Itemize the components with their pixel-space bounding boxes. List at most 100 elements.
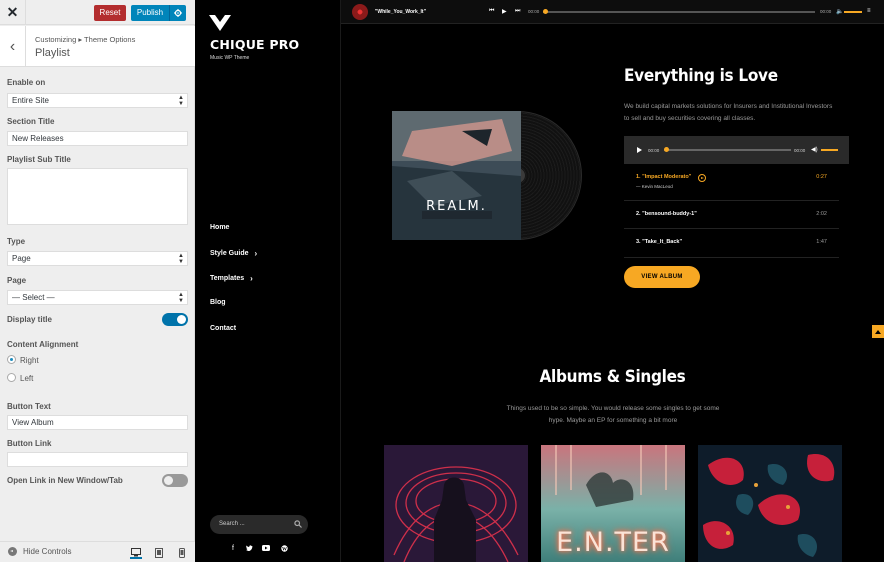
search-icon[interactable] — [294, 520, 302, 528]
playlist-sub-title-textarea[interactable] — [7, 168, 188, 225]
select-arrows-icon: ▲ ▼ — [178, 95, 184, 107]
sticky-audio-player: "While_You_Work_It" ⏮ ▶ ⏭ 00:00 00:00 🔈 … — [341, 0, 884, 24]
nav-item-contact[interactable]: Contact — [210, 325, 236, 332]
play-icon[interactable]: ▶ — [502, 8, 507, 15]
current-track-title: "While_You_Work_It" — [375, 9, 426, 15]
customizer-panel: ✕ Reset Publish ‹ Customizing ▸ Theme Op… — [0, 0, 195, 562]
site-tagline: Music WP Theme — [210, 55, 250, 61]
back-button[interactable]: ‹ — [0, 26, 26, 67]
twitter-icon[interactable] — [244, 545, 254, 553]
page-label: Page — [7, 276, 27, 285]
audio-volume-slider[interactable] — [821, 149, 838, 151]
collapse-icon — [8, 547, 17, 556]
enable-on-select[interactable]: Entire Site ▲ ▼ — [7, 93, 188, 108]
playlist-track[interactable]: 2. "bensound-buddy-1" 2:02 — [624, 201, 839, 229]
button-link-input[interactable] — [7, 452, 188, 467]
section-title-input[interactable]: New Releases — [7, 131, 188, 146]
album-card-art-text: E.N.TER — [556, 527, 670, 558]
nav-label: Home — [210, 224, 230, 231]
logo-icon[interactable] — [209, 15, 231, 32]
close-icon[interactable]: ✕ — [0, 0, 26, 25]
site-title[interactable]: CHIQUE PRO — [210, 37, 299, 52]
next-icon[interactable]: ⏭ — [515, 8, 520, 15]
page-select[interactable]: — Select — ▲ ▼ — [7, 290, 188, 305]
button-text-input[interactable]: View Album — [7, 415, 188, 430]
site-preview: CHIQUE PRO Music WP Theme Home Style Gui… — [195, 0, 884, 562]
track-title: 3. "Take_It_Back" — [636, 239, 683, 245]
scroll-to-top-button[interactable] — [872, 325, 884, 338]
play-icon[interactable] — [637, 147, 642, 153]
album-card-image — [698, 445, 842, 562]
open-new-tab-toggle[interactable] — [162, 474, 188, 487]
reset-button[interactable]: Reset — [94, 5, 126, 21]
select-arrows-icon: ▲ ▼ — [178, 292, 184, 304]
tablet-icon[interactable] — [153, 547, 165, 559]
nav-item-templates[interactable]: Templates › — [210, 274, 253, 283]
customizer-header-actions: ✕ Reset Publish — [0, 0, 195, 25]
type-label: Type — [7, 237, 26, 246]
nav-label: Blog — [210, 299, 226, 306]
open-new-tab-label: Open Link in New Window/Tab — [7, 476, 123, 485]
playlist-audio-player: 00:00 00:00 ◀) — [624, 136, 849, 164]
albums-section-description: Things used to be so simple. You would r… — [506, 405, 720, 424]
playlist-track[interactable]: 3. "Take_It_Back" 1:47 — [624, 229, 839, 258]
desktop-icon[interactable] — [130, 547, 142, 559]
section-title-label: Section Title — [7, 117, 55, 126]
button-link-label: Button Link — [7, 439, 52, 448]
alignment-left-label: Left — [20, 374, 34, 383]
button-text-label: Button Text — [7, 402, 51, 411]
album-card[interactable] — [698, 445, 842, 562]
volume-icon[interactable]: ◀) — [811, 146, 818, 153]
seek-handle[interactable] — [543, 9, 548, 14]
chevron-right-icon: › — [254, 249, 258, 258]
youtube-icon[interactable] — [261, 545, 271, 553]
nav-label: Style Guide — [210, 250, 249, 257]
alignment-right-radio[interactable] — [7, 355, 16, 364]
alignment-left-radio[interactable] — [7, 373, 16, 382]
search-input[interactable]: Search ... — [210, 515, 308, 534]
mobile-icon[interactable] — [176, 547, 188, 559]
chevron-left-icon: ‹ — [9, 37, 16, 55]
track-duration: 2:02 — [816, 211, 827, 217]
album-cover-front: REALM. — [392, 111, 521, 240]
track-play-icon[interactable] — [698, 174, 706, 182]
view-album-button[interactable]: VIEW ALBUM — [624, 266, 700, 288]
nav-item-blog[interactable]: Blog — [210, 299, 226, 306]
svg-text:W: W — [282, 547, 287, 552]
select-arrows-icon: ▲ ▼ — [178, 253, 184, 265]
display-title-toggle[interactable] — [162, 313, 188, 326]
hide-controls-button[interactable]: Hide Controls — [8, 547, 71, 556]
page-value: — Select — — [12, 293, 55, 302]
type-select[interactable]: Page ▲ ▼ — [7, 251, 188, 266]
facebook-icon[interactable]: f — [228, 545, 238, 552]
nav-item-home[interactable]: Home — [210, 224, 229, 231]
publish-button[interactable]: Publish — [131, 5, 169, 21]
track-thumbnail — [352, 4, 368, 20]
audio-seek-bar[interactable] — [664, 147, 791, 152]
seek-bar[interactable] — [543, 9, 815, 14]
alignment-right-label: Right — [20, 356, 39, 365]
volume-icon[interactable]: 🔈 — [836, 8, 843, 15]
arrow-up-icon — [875, 329, 881, 334]
album-cover-text: REALM. — [426, 199, 487, 214]
type-value: Page — [12, 254, 31, 263]
track-duration: 0:27 — [816, 174, 827, 180]
breadcrumb: Customizing ▸ Theme Options — [35, 35, 136, 44]
display-title-label: Display title — [7, 315, 52, 324]
wordpress-icon[interactable]: W — [279, 545, 289, 554]
album-cover-art — [392, 111, 521, 240]
nav-item-style-guide[interactable]: Style Guide › — [210, 249, 257, 258]
playlist-toggle-icon[interactable]: ≡ — [867, 8, 871, 14]
current-time: 00:00 — [528, 9, 540, 14]
album-card[interactable] — [384, 445, 528, 562]
hide-controls-label: Hide Controls — [23, 547, 72, 556]
album-card[interactable]: E.N.TER — [541, 445, 685, 562]
track-title: 1. "Impact Moderato" — [636, 174, 692, 180]
publish-settings-button[interactable] — [169, 5, 186, 21]
audio-total-time: 00:00 — [794, 148, 806, 153]
playlist-track[interactable]: 1. "Impact Moderato" — Kevin MacLeod 0:2… — [624, 164, 839, 201]
site-sidebar: CHIQUE PRO Music WP Theme Home Style Gui… — [195, 0, 341, 562]
previous-icon[interactable]: ⏮ — [489, 8, 494, 15]
audio-seek-handle[interactable] — [664, 147, 669, 152]
volume-slider[interactable] — [844, 11, 862, 13]
